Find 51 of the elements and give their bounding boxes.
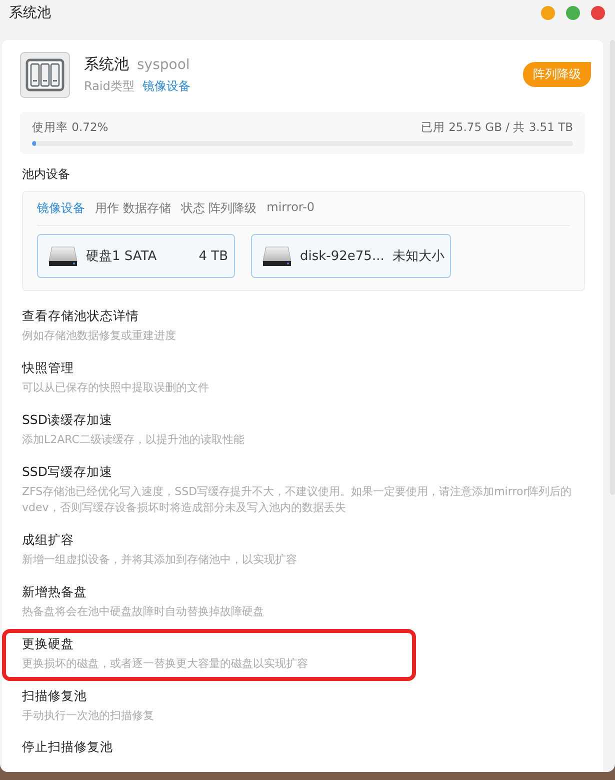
raid-type: 镜像设备 — [142, 78, 190, 95]
action-item[interactable]: 查看存储池状态详情 例如存储池数据修复或重建进度 — [2, 305, 194, 349]
action-title: SSD读缓存加速 — [22, 412, 114, 429]
action-item[interactable]: 扫描修复池 手动执行一次池的扫描修复 — [2, 684, 172, 728]
vdev-name: mirror-0 — [266, 200, 315, 216]
action-item[interactable]: SSD写缓存加速 ZFS存储池已经优化写入速度，SSD写缓存提升不大，不建议使用。如果一定要使用，请注意添加mirror阵列后的vdev，否则写缓存设备损坏时将造成部分未及写入池内的数据丢失 — [2, 460, 603, 521]
highlighted-action-item[interactable]: 更换硬盘 更换损坏的磁盘，或者逐一替换更大容量的磁盘以实现扩容 — [6, 632, 412, 676]
disk-card[interactable]: 硬盘1 SATA 4 TB — [37, 234, 235, 278]
disk-card[interactable]: disk-92e75... 未知大小 — [251, 234, 452, 278]
action-description: 手动执行一次池的扫描修复 — [22, 708, 154, 724]
pool-id: syspool — [137, 57, 190, 73]
action-title: 成组扩容 — [22, 532, 75, 549]
action-description: 新增一组虚拟设备，并将其添加到存储池中，以实现扩容 — [22, 552, 297, 568]
hard-drive-icon — [262, 245, 292, 267]
close-button[interactable] — [591, 6, 605, 20]
action-description: 例如存储池数据修复或重建进度 — [22, 328, 176, 344]
action-title: 更换硬盘 — [22, 636, 75, 653]
action-item[interactable]: 新增热备盘 热备盘将会在池中硬盘故障时自动替换掉故障硬盘 — [2, 580, 282, 625]
action-description: 更换损坏的磁盘，或者逐一替换更大容量的磁盘以实现扩容 — [22, 656, 309, 672]
disk-name: disk-92e75... — [300, 248, 384, 264]
vdev-status: 状态 阵列降级 — [180, 200, 257, 217]
raid-label: Raid类型 — [84, 78, 134, 95]
disk-size: 4 TB — [198, 248, 228, 264]
action-item[interactable]: 停止扫描修复池 — [2, 736, 131, 762]
action-item[interactable]: SSD读缓存加速 添加L2ARC二级读缓存，以提升池的读取性能 — [2, 408, 262, 453]
disk-name: 硬盘1 SATA — [86, 248, 158, 265]
vdev-usage: 用作 数据存储 — [95, 200, 171, 217]
action-title: 快照管理 — [22, 360, 75, 377]
usage-amount: 已用 25.75 GB / 共 3.51 TB — [420, 120, 573, 135]
drive-bays-icon — [20, 52, 70, 98]
maximize-button[interactable] — [566, 6, 580, 20]
vdev-type: 镜像设备 — [37, 200, 85, 217]
action-item[interactable]: 成组扩容 新增一组虚拟设备，并将其添加到存储池中，以实现扩容 — [2, 528, 315, 573]
window-title: 系统池 — [9, 4, 51, 22]
section-title: 池内设备 — [22, 166, 71, 183]
action-description: ZFS存储池已经优化写入速度，SSD写缓存提升不大，不建议使用。如果一定要使用，请注意添加mirror阵列后的vdev，否则写缓存设备损坏时将造成部分未及写入池内的数据丢失 — [22, 484, 573, 516]
hard-drive-icon — [48, 245, 78, 267]
minimize-button[interactable] — [541, 6, 555, 20]
action-item[interactable]: 快照管理 可以从已保存的快照中提取误删的文件 — [2, 356, 227, 401]
action-description: 热备盘将会在池中硬盘故障时自动替换掉故障硬盘 — [22, 604, 264, 620]
action-title: SSD写缓存加速 — [22, 464, 114, 481]
usage-rate: 使用率 0.72% — [32, 120, 108, 135]
action-title: 查看存储池状态详情 — [22, 308, 140, 325]
action-title: 新增热备盘 — [22, 584, 88, 601]
action-title: 停止扫描修复池 — [22, 739, 113, 756]
disk-size: 未知大小 — [392, 248, 444, 265]
action-description: 添加L2ARC二级读缓存，以提升池的读取性能 — [22, 432, 244, 448]
status-badge: 阵列降级 — [523, 62, 591, 87]
action-title: 扫描修复池 — [22, 688, 88, 704]
action-description: 可以从已保存的快照中提取误删的文件 — [22, 380, 209, 396]
pool-name: 系统池 — [84, 55, 129, 74]
